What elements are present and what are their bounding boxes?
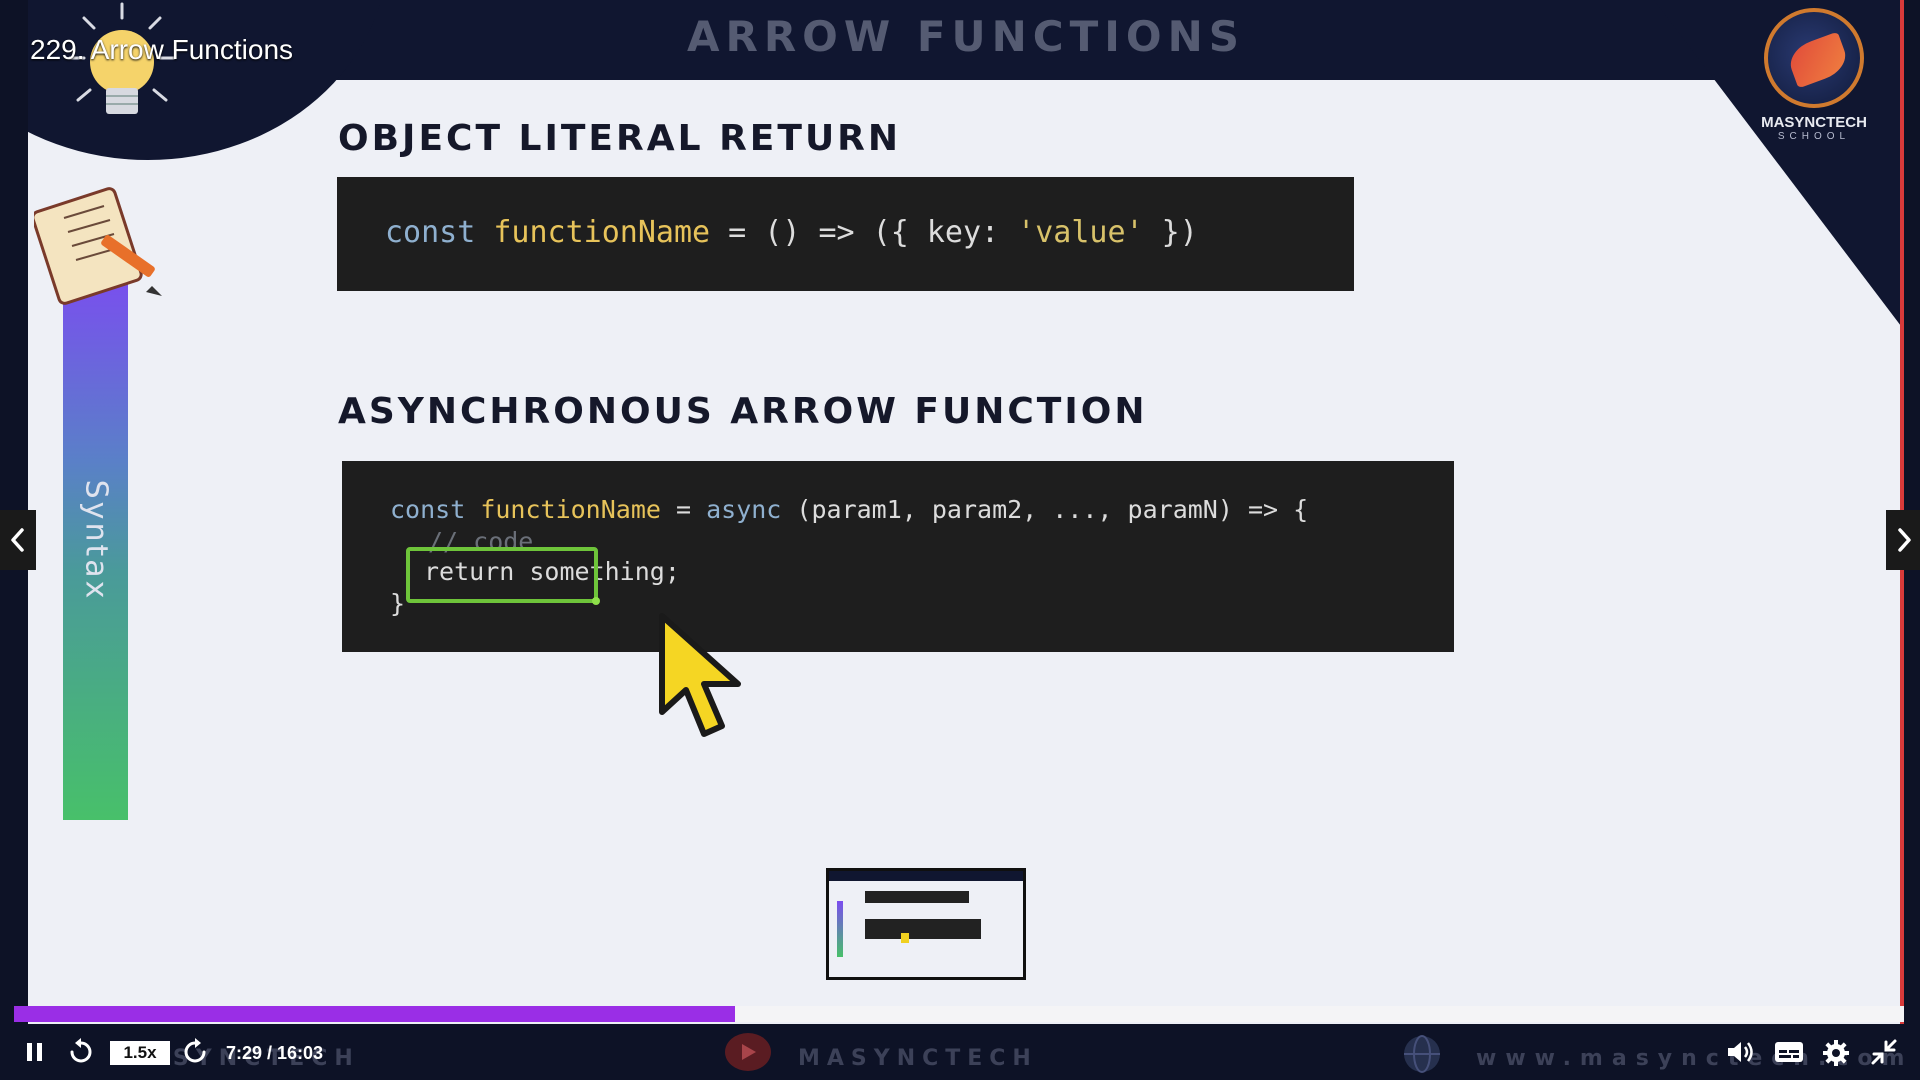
code-function-name: functionName (493, 215, 711, 250)
watermark-play-icon (725, 1033, 771, 1071)
seek-bar-progress (14, 1006, 736, 1022)
pause-icon[interactable] (24, 1040, 46, 1064)
slide: ARROW FUNCTIONS MASYNCTECH SCHOOL Syntax… (28, 0, 1904, 1024)
playback-speed-button[interactable]: 1.5x (110, 1041, 170, 1065)
code-text: = () => ({ key: (710, 215, 1018, 250)
brand-logo: MASYNCTECH SCHOOL (1744, 8, 1884, 158)
time-display: 7:29 / 16:03 (226, 1043, 324, 1063)
seek-bar[interactable] (14, 1006, 1904, 1022)
code-text-end: }) (1143, 215, 1198, 250)
code-closing-brace: } (390, 589, 406, 618)
next-slide-button[interactable] (1886, 510, 1920, 570)
brand-logo-subtitle: SCHOOL (1777, 131, 1851, 142)
watermark-globe-icon (1404, 1035, 1440, 1073)
sidebar-label: Syntax (78, 479, 113, 601)
code-keyword-async: async (706, 495, 782, 524)
chevron-left-icon (11, 528, 24, 552)
section-heading-async-arrow: ASYNCHRONOUS ARROW FUNCTION (338, 391, 1148, 432)
code-string: 'value' (1017, 215, 1144, 250)
exit-fullscreen-icon[interactable] (1870, 1038, 1898, 1066)
highlight-box (406, 547, 598, 603)
brand-logo-mark (1764, 8, 1864, 108)
brand-logo-name: MASYNCTECH (1761, 114, 1867, 131)
section-heading-object-literal: OBJECT LITERAL RETURN (338, 118, 902, 159)
code-keyword: const (390, 495, 481, 524)
slide-thumbnail-preview (826, 868, 1026, 980)
lightbulb-icon (68, 2, 176, 114)
cursor-icon (659, 613, 741, 737)
video-player[interactable]: ARROW FUNCTIONS MASYNCTECH SCHOOL Syntax… (0, 0, 1920, 1080)
highlight-handle (592, 597, 600, 605)
code-text-params: (param1, param2, ..., paramN) => { (781, 495, 1309, 524)
rewind-icon[interactable] (66, 1038, 96, 1066)
captions-icon[interactable] (1774, 1040, 1804, 1064)
previous-slide-button[interactable] (0, 510, 36, 570)
code-block-async-arrow: const functionName = async (param1, para… (342, 461, 1454, 652)
notebook-icon (34, 187, 162, 305)
code-block-object-literal: const functionName = () => ({ key: 'valu… (337, 177, 1354, 291)
forward-icon[interactable] (180, 1038, 210, 1066)
code-keyword: const (385, 215, 494, 250)
slide-title: ARROW FUNCTIONS (687, 12, 1245, 61)
video-title: 229. Arrow Functions (30, 34, 294, 65)
chevron-right-icon (1898, 528, 1911, 552)
settings-icon[interactable] (1822, 1039, 1850, 1067)
watermark-brand-center: MASYNCTECH (798, 1046, 1038, 1071)
code-text: = (660, 495, 707, 524)
volume-icon[interactable] (1726, 1040, 1754, 1064)
code-function-name: functionName (480, 495, 661, 524)
